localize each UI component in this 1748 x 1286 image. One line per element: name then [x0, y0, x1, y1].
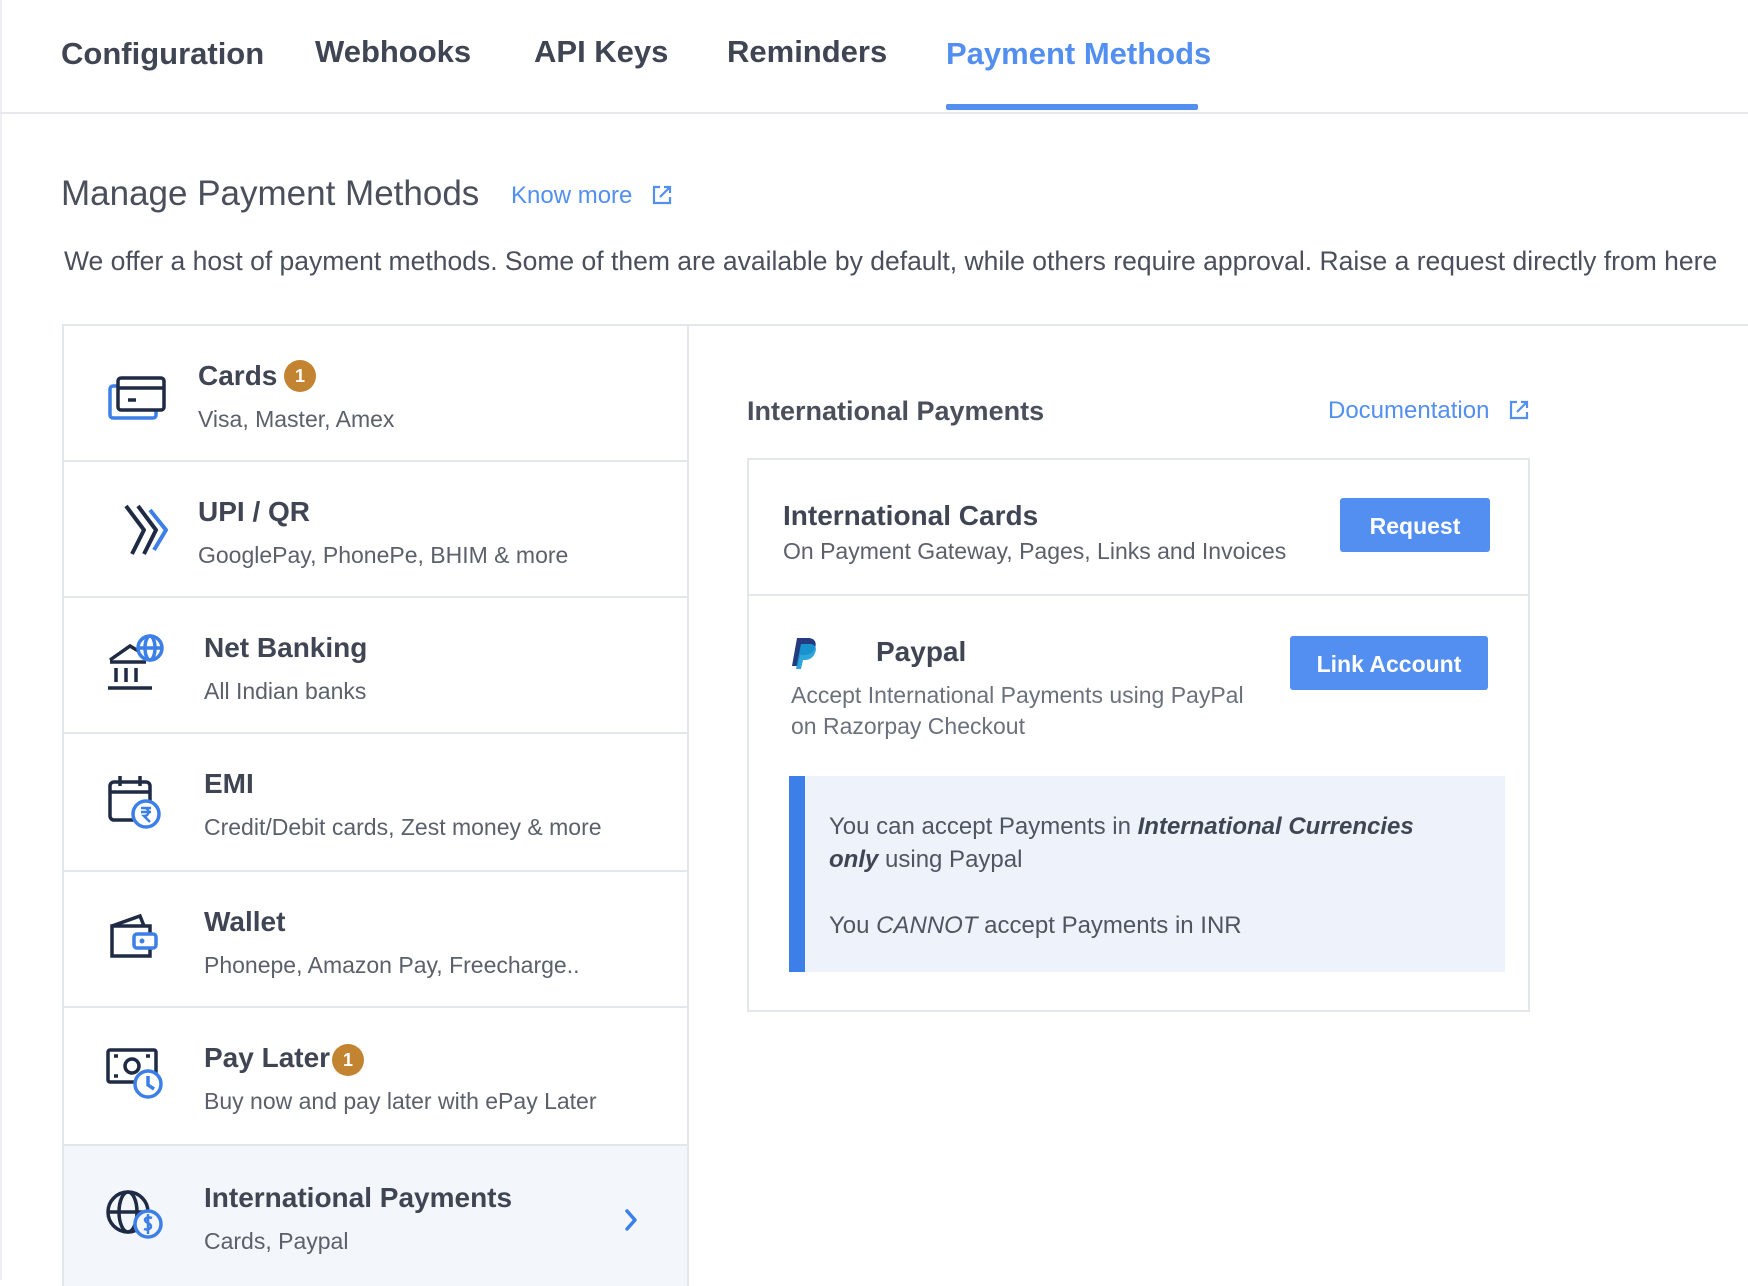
info-text-inr: You CANNOT accept Payments in INR	[829, 912, 1242, 940]
upi-icon	[124, 504, 168, 555]
method-sub: Credit/Debit cards, Zest money & more	[204, 814, 602, 840]
documentation-link[interactable]: Documentation	[1328, 397, 1530, 425]
international-payments-card: International Cards On Payment Gateway, …	[747, 458, 1530, 1012]
method-name: Net Banking	[204, 632, 368, 663]
info-text: You can accept Payments in	[829, 813, 1138, 840]
info-text: You	[829, 912, 877, 939]
credit-card-icon	[108, 376, 166, 420]
method-sub: Cards, Paypal	[204, 1228, 349, 1254]
method-name: EMI	[204, 768, 254, 799]
tab-bar: Configuration Webhooks API Keys Reminder…	[0, 0, 1748, 114]
paypal-row: Paypal Accept International Payments usi…	[749, 596, 1528, 1010]
notification-badge: 1	[284, 360, 316, 392]
method-sub: Phonepe, Amazon Pay, Freecharge..	[204, 952, 580, 978]
active-tab-indicator	[946, 104, 1198, 110]
documentation-label: Documentation	[1328, 397, 1490, 424]
info-text: using Paypal	[878, 846, 1023, 873]
external-link-icon	[1510, 400, 1529, 420]
paypal-info-box: You can accept Payments in International…	[789, 776, 1505, 972]
method-name: Wallet	[204, 906, 286, 937]
method-sub: Visa, Master, Amex	[198, 406, 395, 432]
info-text: accept Payments in INR	[977, 912, 1242, 939]
method-sub: GooglePay, PhonePe, BHIM & more	[198, 542, 569, 568]
method-name: Cards	[198, 360, 278, 391]
method-item-pay-later[interactable]: Pay Later 1 Buy now and pay later with e…	[64, 1008, 687, 1146]
method-item-wallet[interactable]: Wallet Phonepe, Amazon Pay, Freecharge..	[64, 872, 687, 1008]
method-item-international-payments[interactable]: International Payments Cards, Paypal	[64, 1146, 687, 1286]
chevron-right-icon	[625, 1209, 637, 1231]
globe-dollar-icon	[106, 1190, 163, 1239]
method-sub: All Indian banks	[204, 678, 367, 704]
cash-clock-icon	[106, 1048, 163, 1099]
tab-payment-methods[interactable]: Payment Methods	[946, 36, 1211, 72]
international-cards-row: International Cards On Payment Gateway, …	[749, 460, 1528, 596]
frame-edge	[0, 0, 2, 1280]
tab-reminders[interactable]: Reminders	[727, 34, 887, 70]
info-text-currencies: You can accept Payments in International…	[829, 810, 1469, 876]
method-item-cards[interactable]: Cards 1 Visa, Master, Amex	[64, 326, 687, 462]
section-title: International Payments	[747, 396, 1045, 426]
info-accent-bar	[789, 776, 805, 972]
tab-api-keys[interactable]: API Keys	[534, 34, 668, 70]
tab-configuration[interactable]: Configuration	[61, 36, 264, 72]
method-sub: Buy now and pay later with ePay Later	[204, 1088, 597, 1114]
notification-badge: 1	[332, 1044, 364, 1076]
international-cards-title: International Cards	[783, 500, 1039, 531]
method-name: UPI / QR	[198, 496, 311, 527]
request-button[interactable]: Request	[1340, 498, 1490, 552]
international-cards-sub: On Payment Gateway, Pages, Links and Inv…	[783, 538, 1287, 564]
know-more-link[interactable]: Know more	[511, 182, 673, 210]
external-link-icon	[652, 185, 672, 205]
calendar-rupee-icon	[108, 776, 161, 829]
method-item-net-banking[interactable]: Net Banking All Indian banks	[64, 598, 687, 734]
paypal-title: Paypal	[876, 636, 967, 667]
payment-method-list: Cards 1 Visa, Master, Amex UPI / QR Goog…	[62, 324, 689, 1286]
page-title: Manage Payment Methods	[61, 174, 480, 213]
tab-webhooks[interactable]: Webhooks	[315, 34, 471, 70]
page-description: We offer a host of payment methods. Some…	[64, 246, 1718, 276]
divider	[685, 324, 1748, 326]
wallet-icon	[110, 913, 158, 958]
method-item-upi[interactable]: UPI / QR GooglePay, PhonePe, BHIM & more	[64, 462, 687, 598]
bank-globe-icon	[108, 634, 164, 690]
link-account-button[interactable]: Link Account	[1290, 636, 1488, 690]
method-item-emi[interactable]: EMI Credit/Debit cards, Zest money & mor…	[64, 734, 687, 872]
method-name: Pay Later	[204, 1042, 331, 1073]
info-emphasis: CANNOT	[876, 912, 978, 939]
know-more-label: Know more	[511, 182, 633, 209]
paypal-description: Accept International Payments using PayP…	[791, 682, 1244, 739]
paypal-logo-icon	[792, 638, 816, 669]
method-name: International Payments	[204, 1182, 513, 1213]
